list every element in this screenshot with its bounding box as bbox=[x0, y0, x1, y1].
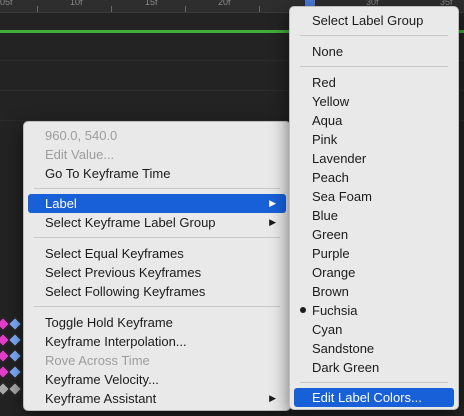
ruler-tick-label: 05f bbox=[0, 0, 13, 7]
menu-item-select-label-group[interactable]: Select Label Group bbox=[294, 11, 454, 30]
menu-item-label-text: Fuchsia bbox=[312, 303, 358, 318]
ruler-tick-label: 20f bbox=[218, 0, 231, 7]
menu-separator bbox=[34, 237, 280, 238]
label-color-submenu: Select Label Group None Red Yellow Aqua … bbox=[289, 6, 459, 410]
menu-item-keyframe-interpolation[interactable]: Keyframe Interpolation... bbox=[28, 332, 286, 351]
menu-item-label-text: Select Keyframe Label Group bbox=[45, 215, 216, 230]
menu-item-select-following-keyframes[interactable]: Select Following Keyframes bbox=[28, 282, 286, 301]
ruler-tick bbox=[259, 6, 260, 12]
menu-item-label-pink[interactable]: Pink bbox=[294, 130, 454, 149]
menu-item-edit-value: Edit Value... bbox=[45, 147, 115, 162]
menu-item-label-brown[interactable]: Brown bbox=[294, 282, 454, 301]
menu-item-label-cyan[interactable]: Cyan bbox=[294, 320, 454, 339]
keyframe-icon[interactable] bbox=[7, 332, 23, 348]
menu-item-label-green[interactable]: Green bbox=[294, 225, 454, 244]
menu-item-label-orange[interactable]: Orange bbox=[294, 263, 454, 282]
menu-item-label-yellow[interactable]: Yellow bbox=[294, 92, 454, 111]
menu-item-keyframe-velocity[interactable]: Keyframe Velocity... bbox=[28, 370, 286, 389]
menu-item-label-fuchsia[interactable]: Fuchsia bbox=[294, 301, 454, 320]
submenu-arrow-icon: ▶ bbox=[269, 198, 276, 208]
menu-item-label-sandstone[interactable]: Sandstone bbox=[294, 339, 454, 358]
ruler-tick bbox=[111, 6, 112, 12]
menu-separator bbox=[300, 382, 448, 383]
ruler-tick bbox=[37, 6, 38, 12]
keyframe-icon[interactable] bbox=[7, 364, 23, 380]
menu-item-select-keyframe-label-group[interactable]: Select Keyframe Label Group ▶ bbox=[28, 213, 286, 232]
ruler-tick-label: 10f bbox=[70, 0, 83, 7]
submenu-arrow-icon: ▶ bbox=[269, 393, 276, 403]
menu-item-label-purple[interactable]: Purple bbox=[294, 244, 454, 263]
menu-item-label-lavender[interactable]: Lavender bbox=[294, 149, 454, 168]
menu-separator bbox=[300, 35, 448, 36]
menu-item-edit-label-colors[interactable]: Edit Label Colors... bbox=[294, 388, 454, 407]
ruler-tick bbox=[185, 6, 186, 12]
menu-item-rove-across-time: Rove Across Time bbox=[45, 353, 150, 368]
menu-item-label-dark-green[interactable]: Dark Green bbox=[294, 358, 454, 377]
menu-item-select-equal-keyframes[interactable]: Select Equal Keyframes bbox=[28, 244, 286, 263]
keyframe-strip bbox=[0, 315, 23, 411]
ruler-tick-label: 15f bbox=[145, 0, 158, 7]
keyframe-icon[interactable] bbox=[7, 348, 23, 364]
menu-item-keyframe-assistant[interactable]: Keyframe Assistant ▶ bbox=[28, 389, 286, 408]
menu-item-label-aqua[interactable]: Aqua bbox=[294, 111, 454, 130]
menu-item-toggle-hold-keyframe[interactable]: Toggle Hold Keyframe bbox=[28, 313, 286, 332]
menu-item-label-sea-foam[interactable]: Sea Foam bbox=[294, 187, 454, 206]
menu-separator bbox=[34, 306, 280, 307]
menu-item-label-text: Keyframe Assistant bbox=[45, 391, 157, 406]
menu-item-label-blue[interactable]: Blue bbox=[294, 206, 454, 225]
keyframe-icon[interactable] bbox=[7, 381, 23, 397]
submenu-arrow-icon: ▶ bbox=[269, 217, 276, 227]
menu-item-label-text: Label bbox=[45, 196, 77, 211]
menu-item-current-value: 960.0, 540.0 bbox=[45, 128, 118, 143]
menu-item-label-red[interactable]: Red bbox=[294, 73, 454, 92]
menu-item-label-none[interactable]: None bbox=[294, 42, 454, 61]
menu-separator bbox=[300, 66, 448, 67]
menu-item-label[interactable]: Label ▶ bbox=[28, 194, 286, 213]
menu-item-select-previous-keyframes[interactable]: Select Previous Keyframes bbox=[28, 263, 286, 282]
menu-separator bbox=[34, 188, 280, 189]
keyframe-context-menu: 960.0, 540.0 Edit Value... Go To Keyfram… bbox=[23, 121, 291, 411]
menu-item-label-peach[interactable]: Peach bbox=[294, 168, 454, 187]
keyframe-icon[interactable] bbox=[7, 316, 23, 332]
menu-item-go-to-keyframe-time[interactable]: Go To Keyframe Time bbox=[28, 164, 286, 183]
checked-bullet-icon bbox=[300, 307, 306, 313]
